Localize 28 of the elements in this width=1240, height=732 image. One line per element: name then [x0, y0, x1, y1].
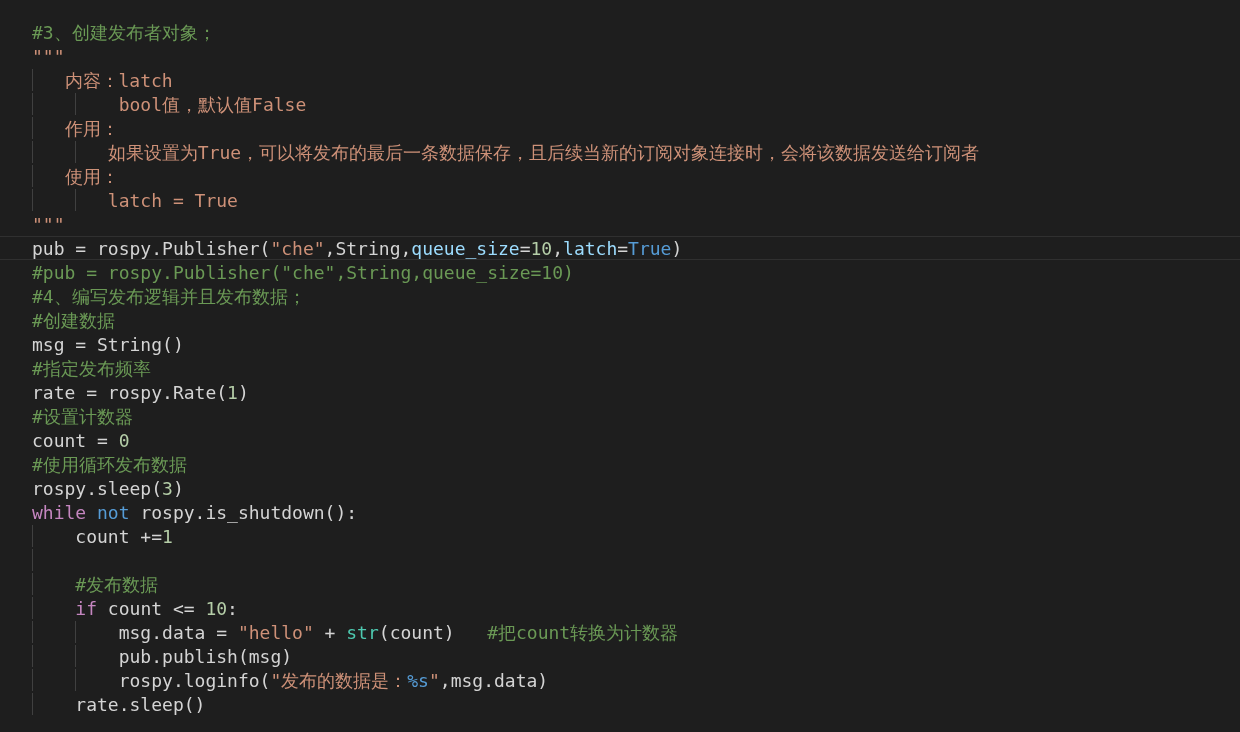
code-line: count +=1 — [0, 524, 1240, 548]
code-line: 使用： — [0, 164, 1240, 188]
code-line: count = 0 — [31, 429, 131, 452]
code-line: 作用： — [0, 116, 1240, 140]
code-line: rospy.sleep(3) — [31, 477, 185, 500]
code-line: #4、编写发布逻辑并且发布数据； — [31, 285, 307, 308]
code-line: rate = rospy.Rate(1) — [31, 381, 250, 404]
code-line: """ — [31, 213, 66, 236]
code-line: 如果设置为True，可以将发布的最后一条数据保存，且后续当新的订阅对象连接时，会将该数据发送给订阅者 — [0, 140, 1240, 164]
code-line: #指定发布频率 — [31, 357, 152, 380]
code-line: pub.publish(msg) — [0, 644, 1240, 668]
code-line: #设置计数器 — [31, 405, 134, 428]
code-line: #创建数据 — [31, 309, 116, 332]
code-line: rospy.loginfo("发布的数据是：%s",msg.data) — [0, 668, 1240, 692]
code-line: #3、创建发布者对象； — [31, 21, 217, 44]
code-line: #使用循环发布数据 — [31, 453, 188, 476]
code-line: """ — [31, 45, 66, 68]
code-line: pub = rospy.Publisher("che",String,queue_size=10,latch=True) — [0, 236, 1240, 260]
code-line: msg.data = "hello" + str(count) #把count转换为计数器 — [0, 620, 1240, 644]
code-line: #pub = rospy.Publisher("che",String,queue_size=10) — [31, 261, 575, 284]
code-line: #发布数据 — [0, 572, 1240, 596]
code-line: if count <= 10: — [0, 596, 1240, 620]
code-line: latch = True — [0, 188, 1240, 212]
code-line: msg = String() — [31, 333, 185, 356]
code-line: rate.sleep() — [0, 692, 1240, 716]
code-line: 内容：latch — [0, 68, 1240, 92]
code-line: bool值，默认值False — [0, 92, 1240, 116]
code-line: while not rospy.is_shutdown(): — [31, 501, 359, 524]
